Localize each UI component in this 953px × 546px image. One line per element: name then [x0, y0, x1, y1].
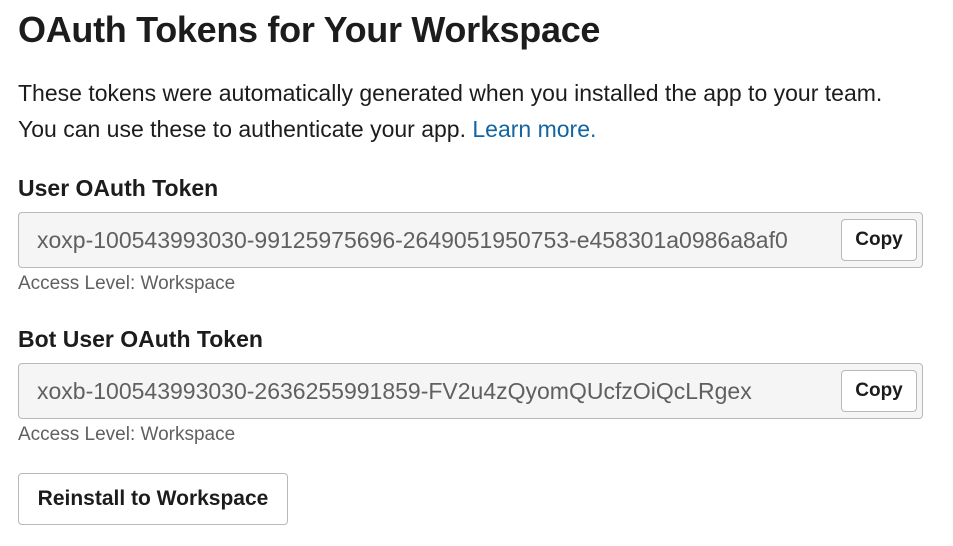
- user-token-access-level: Access Level: Workspace: [18, 273, 236, 294]
- bot-token-label: Bot User OAuth Token: [18, 326, 263, 352]
- user-token-field[interactable]: xoxp-100543993030-99125975696-2649051950…: [18, 212, 923, 268]
- bot-token-value[interactable]: xoxb-100543993030-2636255991859-FV2u4zQy…: [37, 364, 840, 418]
- learn-more-link[interactable]: Learn more.: [472, 116, 596, 142]
- copy-user-token-button[interactable]: Copy: [841, 219, 917, 261]
- page-title: OAuth Tokens for Your Workspace: [18, 9, 601, 50]
- description-text: These tokens were automatically generate…: [18, 80, 883, 142]
- bot-token-access-level: Access Level: Workspace: [18, 424, 236, 445]
- bot-token-field[interactable]: xoxb-100543993030-2636255991859-FV2u4zQy…: [18, 363, 923, 419]
- user-token-value[interactable]: xoxp-100543993030-99125975696-2649051950…: [37, 213, 840, 267]
- user-oauth-token-section: User OAuth Token xoxp-100543993030-99125…: [18, 172, 923, 294]
- reinstall-to-workspace-button[interactable]: Reinstall to Workspace: [18, 473, 288, 525]
- bot-oauth-token-section: Bot User OAuth Token xoxb-100543993030-2…: [18, 323, 923, 445]
- page-description: These tokens were automatically generate…: [18, 75, 923, 147]
- copy-bot-token-button[interactable]: Copy: [841, 370, 917, 412]
- user-token-label: User OAuth Token: [18, 175, 219, 201]
